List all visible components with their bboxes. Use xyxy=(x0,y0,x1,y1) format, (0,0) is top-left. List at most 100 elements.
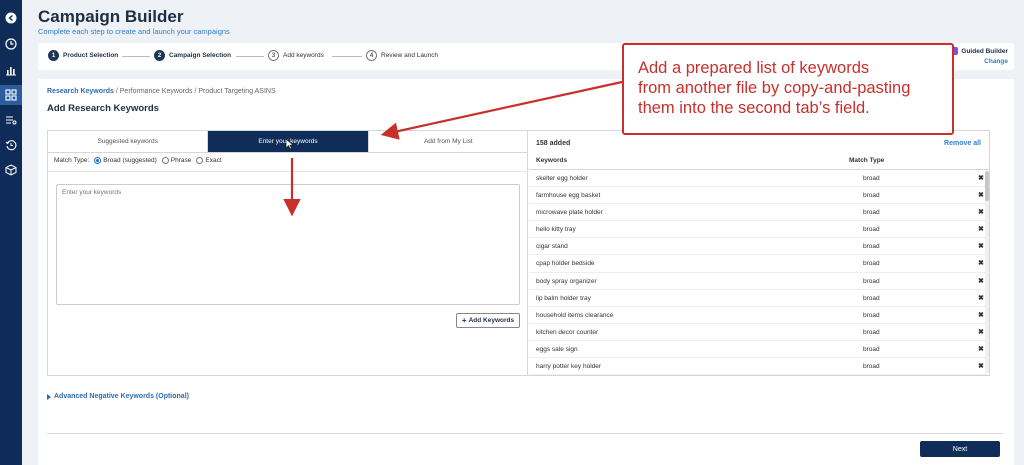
tab-suggested-keywords[interactable]: Suggested keywords xyxy=(48,131,209,152)
caret-right-icon xyxy=(47,393,51,400)
remove-all-link[interactable]: Remove all xyxy=(944,140,981,147)
radio-exact-label: Exact xyxy=(205,157,222,164)
keywords-panel: Suggested keywords Enter your keywords A… xyxy=(47,130,990,376)
guided-builder-label: Guided Builder xyxy=(961,47,1008,55)
add-keywords-label: Add Keywords xyxy=(468,317,515,324)
remove-row-icon[interactable]: ✖ xyxy=(978,294,984,302)
remove-row-icon[interactable]: ✖ xyxy=(978,259,984,267)
table-row: body spray organizer broad ✖ xyxy=(529,273,990,290)
row-keyword: cpap holder bedside xyxy=(536,260,595,268)
history-icon[interactable] xyxy=(5,139,17,151)
scrollbar[interactable] xyxy=(985,171,989,373)
step-campaign-selection[interactable]: 2 Campaign Selection xyxy=(154,50,231,61)
table-row: farmhouse egg basket broad ✖ xyxy=(529,187,990,205)
remove-row-icon[interactable]: ✖ xyxy=(978,362,984,370)
table-row: household items clearance broad ✖ xyxy=(529,307,990,324)
row-match-type: broad xyxy=(863,363,880,371)
analytics-chart-icon[interactable] xyxy=(5,64,17,76)
remove-row-icon[interactable]: ✖ xyxy=(978,208,984,216)
change-link[interactable]: Change xyxy=(950,58,1008,65)
row-match-type: broad xyxy=(863,294,880,302)
remove-row-icon[interactable]: ✖ xyxy=(978,174,984,182)
row-keyword: kitchen decor counter xyxy=(536,328,599,336)
row-keyword: harry potter key holder xyxy=(536,363,602,371)
remove-row-icon[interactable]: ✖ xyxy=(978,191,984,199)
step-number: 2 xyxy=(154,50,165,61)
callout-line: them into the second tab’s field. xyxy=(638,99,870,117)
column-header-match-type: Match Type xyxy=(849,157,885,164)
remove-row-icon[interactable]: ✖ xyxy=(978,277,984,285)
row-keyword: lip balm holder tray xyxy=(536,294,591,302)
step-label: Campaign Selection xyxy=(169,52,232,59)
next-button[interactable]: Next xyxy=(920,441,1000,457)
left-nav-rail xyxy=(0,0,22,465)
back-arrow-icon[interactable] xyxy=(5,12,17,24)
row-keyword: farmhouse egg basket xyxy=(536,192,601,200)
main-card: Research Keywords / Performance Keywords… xyxy=(38,79,1014,465)
remove-row-icon[interactable]: ✖ xyxy=(978,225,984,233)
step-product-selection[interactable]: 1 Product Selection xyxy=(48,50,118,61)
row-keyword: household items clearance xyxy=(536,311,614,319)
step-add-keywords[interactable]: 3 Add keywords xyxy=(268,50,324,61)
box-package-icon[interactable] xyxy=(5,164,17,176)
table-row: microwave plate holder broad ✖ xyxy=(529,204,990,222)
remove-row-icon[interactable]: ✖ xyxy=(978,242,984,250)
step-number: 1 xyxy=(48,50,59,61)
step-label: Add keywords xyxy=(283,52,324,59)
radio-broad[interactable] xyxy=(94,157,102,164)
table-row: harry potter key holder broad ✖ xyxy=(529,358,990,375)
grid-dashboard-icon[interactable] xyxy=(5,89,17,101)
step-connector xyxy=(122,56,150,57)
breadcrumb-rest: / Performance Keywords / Product Targeti… xyxy=(113,88,276,95)
step-connector xyxy=(236,56,264,57)
remove-row-icon[interactable]: ✖ xyxy=(978,345,984,353)
row-match-type: broad xyxy=(863,345,880,353)
added-keywords-list: skelter egg holder broad ✖ farmhouse egg b… xyxy=(529,170,990,375)
page-title: Campaign Builder xyxy=(38,7,184,26)
callout-line: Add a prepared list of keywords xyxy=(638,59,870,77)
keyword-entry-pane: Suggested keywords Enter your keywords A… xyxy=(48,131,528,375)
advanced-negative-keywords-toggle[interactable]: Advanced Negative Keywords (Optional) xyxy=(47,393,189,400)
row-match-type: broad xyxy=(863,192,880,200)
step-connector xyxy=(332,56,362,57)
table-row: kitchen decor counter broad ✖ xyxy=(529,324,990,341)
add-keywords-button[interactable]: + Add Keywords xyxy=(456,313,520,328)
tab-add-from-my-list[interactable]: Add from My List xyxy=(369,131,528,152)
row-keyword: cigar stand xyxy=(536,243,568,251)
breadcrumb: Research Keywords / Performance Keywords… xyxy=(47,88,276,95)
row-keyword: eggs sale sign xyxy=(536,345,578,353)
match-type-label: Match Type: xyxy=(54,157,90,164)
table-row: cigar stand broad ✖ xyxy=(529,238,990,256)
step-number: 4 xyxy=(366,50,377,61)
row-keyword: skelter egg holder xyxy=(536,175,588,182)
divider xyxy=(48,171,528,172)
step-label: Review and Launch xyxy=(381,52,439,59)
added-keywords-pane: 158 added Remove all Keywords Match Type… xyxy=(529,131,990,375)
list-filter-icon[interactable] xyxy=(5,114,17,126)
row-match-type: broad xyxy=(863,243,880,251)
row-match-type: broad xyxy=(863,328,880,336)
scrollbar-thumb[interactable] xyxy=(985,171,989,201)
remove-row-icon[interactable]: ✖ xyxy=(978,311,984,319)
column-header-keywords: Keywords xyxy=(536,157,568,164)
clock-icon[interactable] xyxy=(5,38,17,50)
table-row: skelter egg holder broad ✖ xyxy=(529,170,990,188)
remove-row-icon[interactable]: ✖ xyxy=(978,328,984,336)
table-row: eggs sale sign broad ✖ xyxy=(529,341,990,359)
radio-exact[interactable] xyxy=(196,157,204,164)
breadcrumb-current[interactable]: Research Keywords xyxy=(47,88,114,95)
callout-line: from another file by copy-and-pasting xyxy=(638,79,911,97)
step-number: 3 xyxy=(268,50,279,61)
radio-phrase[interactable] xyxy=(161,157,169,164)
added-count: 158 added xyxy=(536,140,571,147)
advanced-negative-label: Advanced Negative Keywords (Optional) xyxy=(54,393,189,400)
keywords-textarea[interactable] xyxy=(56,184,520,305)
row-keyword: hello kitty tray xyxy=(536,226,576,234)
divider xyxy=(47,433,1003,434)
mouse-pointer-icon xyxy=(285,138,294,150)
page-subtitle: Complete each step to create and launch … xyxy=(38,27,230,36)
step-review-launch[interactable]: 4 Review and Launch xyxy=(366,50,438,61)
annotation-callout: Add a prepared list of keywords from ano… xyxy=(622,43,954,135)
step-label: Product Selection xyxy=(63,52,119,59)
guided-builder: Guided Builder Change xyxy=(950,47,1008,65)
